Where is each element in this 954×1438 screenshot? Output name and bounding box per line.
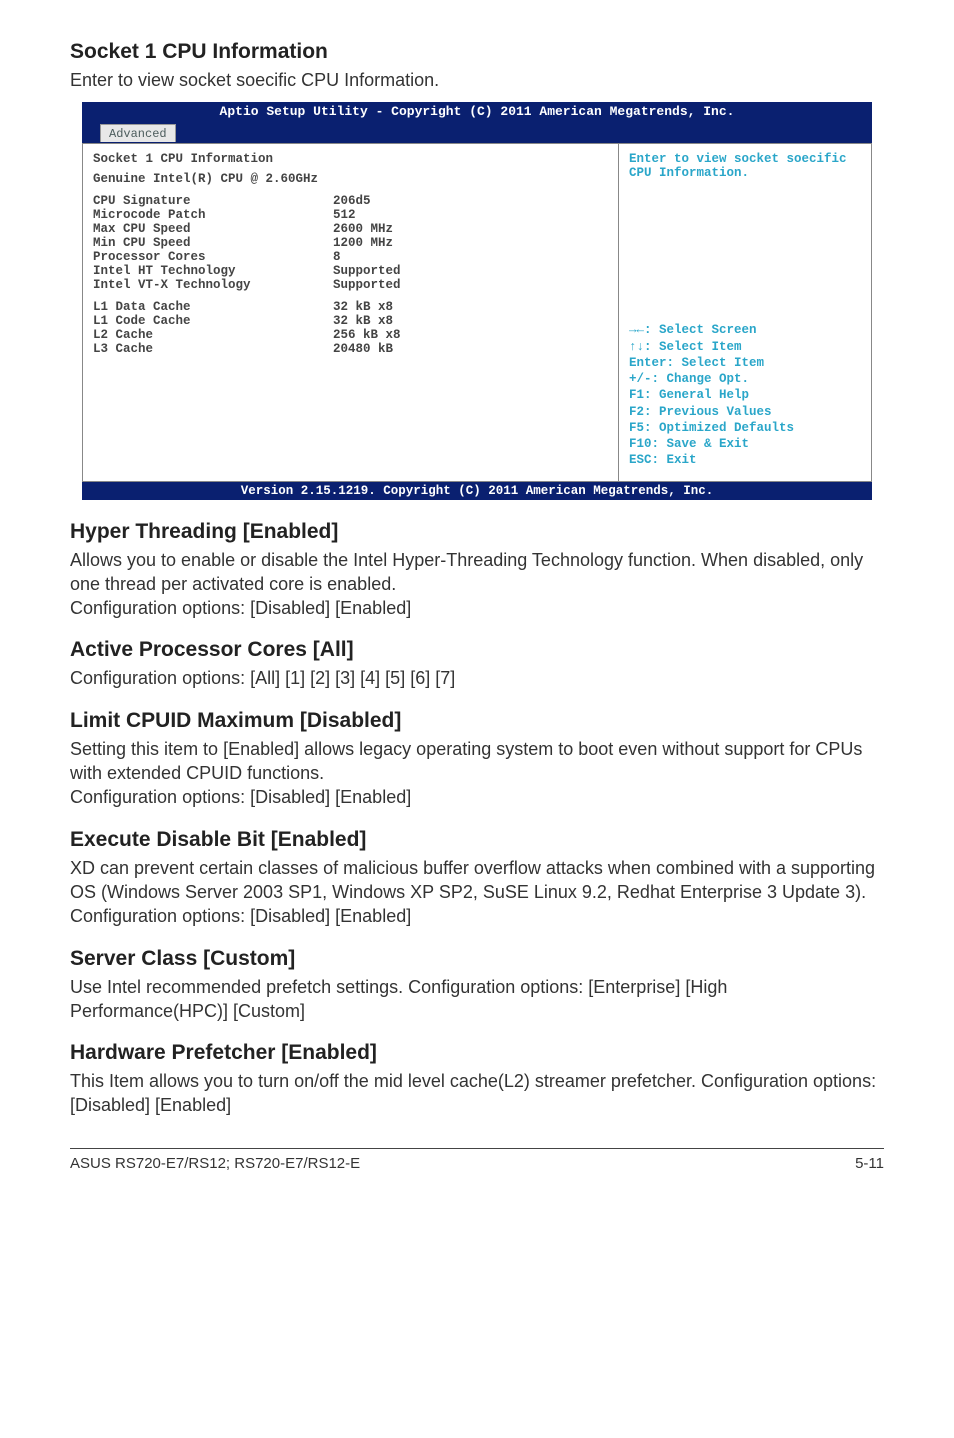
row-value: 8: [333, 250, 608, 264]
row-label: Microcode Patch: [93, 208, 333, 222]
bios-tab-advanced[interactable]: Advanced: [100, 124, 176, 142]
row-value: 206d5: [333, 194, 608, 208]
heading-hyper: Hyper Threading [Enabled]: [70, 520, 884, 544]
row-label: CPU Signature: [93, 194, 333, 208]
row-label: Processor Cores: [93, 250, 333, 264]
desc-server: Use Intel recommended prefetch settings.…: [70, 975, 884, 1024]
table-row: Min CPU Speed 1200 MHz: [93, 236, 608, 250]
table-row: Processor Cores 8: [93, 250, 608, 264]
row-value: 1200 MHz: [333, 236, 608, 250]
desc-socket1: Enter to view socket soecific CPU Inform…: [70, 68, 884, 92]
row-label: Intel VT-X Technology: [93, 278, 333, 292]
bios-tab-row: Advanced: [82, 121, 872, 143]
desc-limit: Setting this item to [Enabled] allows le…: [70, 737, 884, 810]
row-value: 256 kB x8: [333, 328, 608, 342]
nav-item: F1: General Help: [629, 387, 861, 403]
table-row: Intel HT Technology Supported: [93, 264, 608, 278]
nav-item: →←: Select Screen: [629, 322, 861, 338]
desc-active: Configuration options: [All] [1] [2] [3]…: [70, 666, 884, 690]
footer-page: 5-11: [855, 1155, 884, 1172]
nav-item: Enter: Select Item: [629, 355, 861, 371]
nav-item: F10: Save & Exit: [629, 436, 861, 452]
row-value: Supported: [333, 264, 608, 278]
desc-hw: This Item allows you to turn on/off the …: [70, 1069, 884, 1118]
table-row: Max CPU Speed 2600 MHz: [93, 222, 608, 236]
table-row: L1 Data Cache 32 kB x8: [93, 300, 608, 314]
desc-execute: XD can prevent certain classes of malici…: [70, 856, 884, 929]
heading-server: Server Class [Custom]: [70, 947, 884, 971]
bios-left-title1: Socket 1 CPU Information: [93, 152, 608, 166]
bios-left-title2: Genuine Intel(R) CPU @ 2.60GHz: [93, 172, 608, 186]
row-label: L1 Code Cache: [93, 314, 333, 328]
bios-nav-legend: →←: Select Screen ↑↓: Select Item Enter:…: [629, 322, 861, 468]
heading-socket1: Socket 1 CPU Information: [70, 40, 884, 64]
row-value: 20480 kB: [333, 342, 608, 356]
heading-active: Active Processor Cores [All]: [70, 638, 884, 662]
bios-help-text: Enter to view socket soecific CPU Inform…: [629, 152, 861, 322]
table-row: L1 Code Cache 32 kB x8: [93, 314, 608, 328]
bios-footer: Version 2.15.1219. Copyright (C) 2011 Am…: [82, 482, 872, 500]
row-value: 32 kB x8: [333, 314, 608, 328]
row-label: L3 Cache: [93, 342, 333, 356]
bios-left-pane: Socket 1 CPU Information Genuine Intel(R…: [83, 144, 618, 480]
row-label: Max CPU Speed: [93, 222, 333, 236]
table-row: CPU Signature 206d5: [93, 194, 608, 208]
heading-limit: Limit CPUID Maximum [Disabled]: [70, 709, 884, 733]
row-label: Intel HT Technology: [93, 264, 333, 278]
row-label: L1 Data Cache: [93, 300, 333, 314]
table-row: L3 Cache 20480 kB: [93, 342, 608, 356]
nav-item: F2: Previous Values: [629, 404, 861, 420]
nav-item: ESC: Exit: [629, 452, 861, 468]
heading-hw: Hardware Prefetcher [Enabled]: [70, 1041, 884, 1065]
row-label: L2 Cache: [93, 328, 333, 342]
table-row: L2 Cache 256 kB x8: [93, 328, 608, 342]
bios-screenshot: Aptio Setup Utility - Copyright (C) 2011…: [82, 102, 872, 499]
footer-model: ASUS RS720-E7/RS12; RS720-E7/RS12-E: [70, 1155, 360, 1172]
bios-right-pane: Enter to view socket soecific CPU Inform…: [618, 144, 871, 480]
row-value: 512: [333, 208, 608, 222]
row-label: Min CPU Speed: [93, 236, 333, 250]
row-value: 32 kB x8: [333, 300, 608, 314]
table-row: Microcode Patch 512: [93, 208, 608, 222]
row-value: 2600 MHz: [333, 222, 608, 236]
heading-execute: Execute Disable Bit [Enabled]: [70, 828, 884, 852]
nav-item: F5: Optimized Defaults: [629, 420, 861, 436]
desc-hyper: Allows you to enable or disable the Inte…: [70, 548, 884, 621]
bios-header: Aptio Setup Utility - Copyright (C) 2011…: [82, 102, 872, 121]
table-row: Intel VT-X Technology Supported: [93, 278, 608, 292]
nav-item: ↑↓: Select Item: [629, 339, 861, 355]
row-value: Supported: [333, 278, 608, 292]
nav-item: +/-: Change Opt.: [629, 371, 861, 387]
footer-rule: [70, 1148, 884, 1149]
